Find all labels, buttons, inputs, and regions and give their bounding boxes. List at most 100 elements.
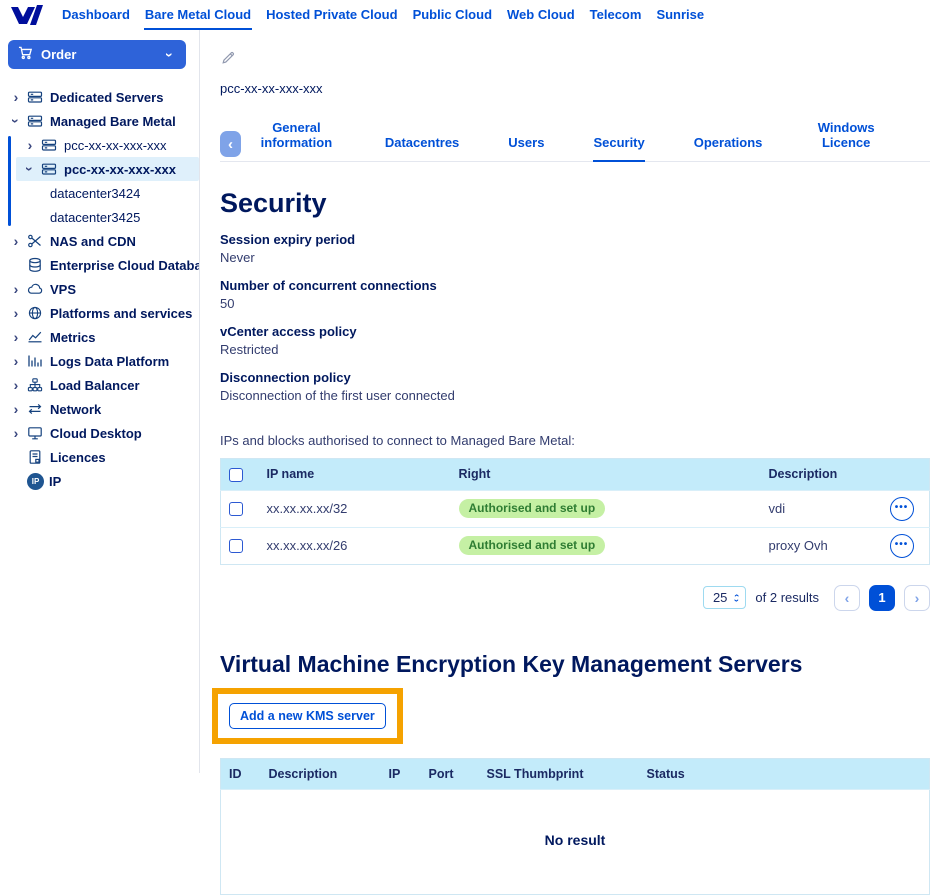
- sidebar-item-enterprise-cloud-database[interactable]: Enterprise Cloud Database: [0, 253, 199, 277]
- ip-name-cell: xx.xx.xx.xx/32: [259, 490, 451, 527]
- status-badge: Authorised and set up: [459, 499, 606, 518]
- row-actions-button[interactable]: •••: [890, 497, 914, 521]
- tab-operations[interactable]: Operations: [694, 135, 763, 162]
- row-checkbox[interactable]: [229, 539, 243, 553]
- server-icon: [27, 113, 45, 129]
- cart-icon: [18, 46, 33, 63]
- select-all-checkbox[interactable]: [229, 468, 243, 482]
- service-tabs: ‹ General information Datacentres Users …: [220, 120, 930, 162]
- results-count: of 2 results: [755, 590, 819, 605]
- sidebar-item-vps[interactable]: › VPS: [0, 277, 199, 301]
- sidebar-item-platforms-and-services[interactable]: › Platforms and services: [0, 301, 199, 325]
- description-cell: vdi: [761, 490, 882, 527]
- sidebar-item-pcc-collapsed[interactable]: › pcc-xx-xx-xxx-xxx: [0, 133, 199, 157]
- column-header-description: Description: [761, 459, 882, 491]
- edit-service-name-button[interactable]: [220, 50, 236, 69]
- service-name: pcc-xx-xx-xxx-xxx: [220, 81, 930, 96]
- cloud-icon: [27, 281, 45, 297]
- sidebar-item-load-balancer[interactable]: › Load Balancer: [0, 373, 199, 397]
- bar-chart-icon: [27, 353, 45, 369]
- server-icon: [27, 89, 45, 105]
- load-balancer-icon: [27, 377, 45, 393]
- stepper-icon: ››: [735, 593, 738, 603]
- order-button-label: Order: [41, 47, 76, 62]
- tab-windows-licence[interactable]: Windows Licence: [811, 120, 881, 162]
- sidebar-item-ip[interactable]: IP IP: [0, 469, 199, 493]
- page-1-button[interactable]: 1: [869, 585, 895, 611]
- sidebar-item-metrics[interactable]: › Metrics: [0, 325, 199, 349]
- page-size-selector[interactable]: 25 ››: [703, 586, 746, 609]
- field-disconnection-policy: Disconnection policy Disconnection of th…: [220, 370, 930, 403]
- table-row: xx.xx.xx.xx/32 Authorised and set up vdi…: [221, 490, 930, 527]
- sidebar-item-managed-bare-metal[interactable]: › Managed Bare Metal: [0, 109, 199, 133]
- nav-link-bare-metal-cloud[interactable]: Bare Metal Cloud: [144, 0, 252, 30]
- next-page-button[interactable]: ›: [904, 585, 930, 611]
- kms-servers-table: ID Description IP Port SSL Thumbprint St…: [220, 758, 930, 895]
- chevron-right-icon: ›: [915, 591, 920, 605]
- sidebar-item-datacenter3425[interactable]: datacenter3425: [0, 205, 199, 229]
- empty-state-message: No result: [221, 789, 930, 894]
- managed-bare-metal-subtree: › pcc-xx-xx-xxx-xxx › pcc-xx-xx-xxx-xxx …: [0, 133, 199, 229]
- sidebar-item-datacenter3424[interactable]: datacenter3424: [0, 181, 199, 205]
- add-kms-server-button[interactable]: Add a new KMS server: [229, 703, 386, 729]
- scissors-icon: [27, 233, 45, 249]
- monitor-icon: [27, 425, 45, 441]
- field-vcenter-access-policy: vCenter access policy Restricted: [220, 324, 930, 357]
- column-header-ip: IP: [381, 758, 421, 789]
- ip-name-cell: xx.xx.xx.xx/26: [259, 527, 451, 564]
- status-badge: Authorised and set up: [459, 536, 606, 555]
- prev-page-button[interactable]: ‹: [834, 585, 860, 611]
- sidebar-item-dedicated-servers[interactable]: › Dedicated Servers: [0, 85, 199, 109]
- nav-link-public-cloud[interactable]: Public Cloud: [412, 0, 493, 30]
- kms-section-title: Virtual Machine Encryption Key Managemen…: [220, 651, 930, 678]
- description-cell: proxy Ovh: [761, 527, 882, 564]
- column-header-right: Right: [451, 459, 761, 491]
- sidebar-item-cloud-desktop[interactable]: › Cloud Desktop: [0, 421, 199, 445]
- sidebar-item-pcc-selected[interactable]: › pcc-xx-xx-xxx-xxx: [16, 157, 199, 181]
- ovhcloud-logo: [10, 0, 44, 30]
- database-icon: [27, 257, 45, 273]
- universe-links: Dashboard Bare Metal Cloud Hosted Privat…: [61, 0, 705, 30]
- top-navigation: Dashboard Bare Metal Cloud Hosted Privat…: [0, 0, 943, 30]
- chevron-right-icon: ›: [10, 354, 22, 368]
- sidebar-tree: › Dedicated Servers › Managed Bare Metal…: [0, 85, 199, 493]
- row-actions-button[interactable]: •••: [890, 534, 914, 558]
- chevron-right-icon: ›: [10, 306, 22, 320]
- chevron-left-icon: ‹: [845, 591, 850, 605]
- chevron-right-icon: ›: [24, 138, 36, 152]
- chevron-left-icon: ‹: [228, 137, 233, 152]
- tab-datacentres[interactable]: Datacentres: [385, 135, 459, 162]
- chevron-right-icon: ›: [10, 282, 22, 296]
- tab-security[interactable]: Security: [593, 135, 644, 162]
- chevron-down-icon: ›: [9, 115, 23, 127]
- highlight-annotation: Add a new KMS server: [212, 688, 403, 744]
- chevron-right-icon: ›: [10, 426, 22, 440]
- page-title: Security: [220, 188, 930, 219]
- nav-link-sunrise[interactable]: Sunrise: [655, 0, 705, 30]
- field-concurrent-connections: Number of concurrent connections 50: [220, 278, 930, 311]
- server-icon: [41, 137, 59, 153]
- tab-users[interactable]: Users: [508, 135, 544, 162]
- nav-link-dashboard[interactable]: Dashboard: [61, 0, 131, 30]
- nav-link-web-cloud[interactable]: Web Cloud: [506, 0, 576, 30]
- column-header-status: Status: [639, 758, 930, 789]
- pagination: 25 ›› of 2 results ‹ 1 ›: [220, 585, 930, 611]
- sidebar-item-licences[interactable]: Licences: [0, 445, 199, 469]
- row-checkbox[interactable]: [229, 502, 243, 516]
- sidebar-item-network[interactable]: › Network: [0, 397, 199, 421]
- sidebar: Order › › Dedicated Servers › Managed Ba…: [0, 30, 200, 773]
- nav-link-telecom[interactable]: Telecom: [589, 0, 643, 30]
- chevron-right-icon: ›: [10, 378, 22, 392]
- sidebar-item-logs-data-platform[interactable]: › Logs Data Platform: [0, 349, 199, 373]
- sidebar-item-nas-and-cdn[interactable]: › NAS and CDN: [0, 229, 199, 253]
- order-button[interactable]: Order ›: [8, 40, 186, 69]
- back-button[interactable]: ‹: [220, 131, 241, 157]
- chevron-down-icon: ›: [23, 163, 37, 175]
- pencil-icon: [220, 54, 236, 69]
- nav-link-hosted-private-cloud[interactable]: Hosted Private Cloud: [265, 0, 398, 30]
- arrows-exchange-icon: [27, 401, 45, 417]
- tab-general-information[interactable]: General information: [257, 120, 336, 162]
- field-session-expiry: Session expiry period Never: [220, 232, 930, 265]
- ip-badge-icon: IP: [27, 473, 44, 490]
- authorised-ips-table: IP name Right Description xx.xx.xx.xx/32…: [220, 458, 930, 565]
